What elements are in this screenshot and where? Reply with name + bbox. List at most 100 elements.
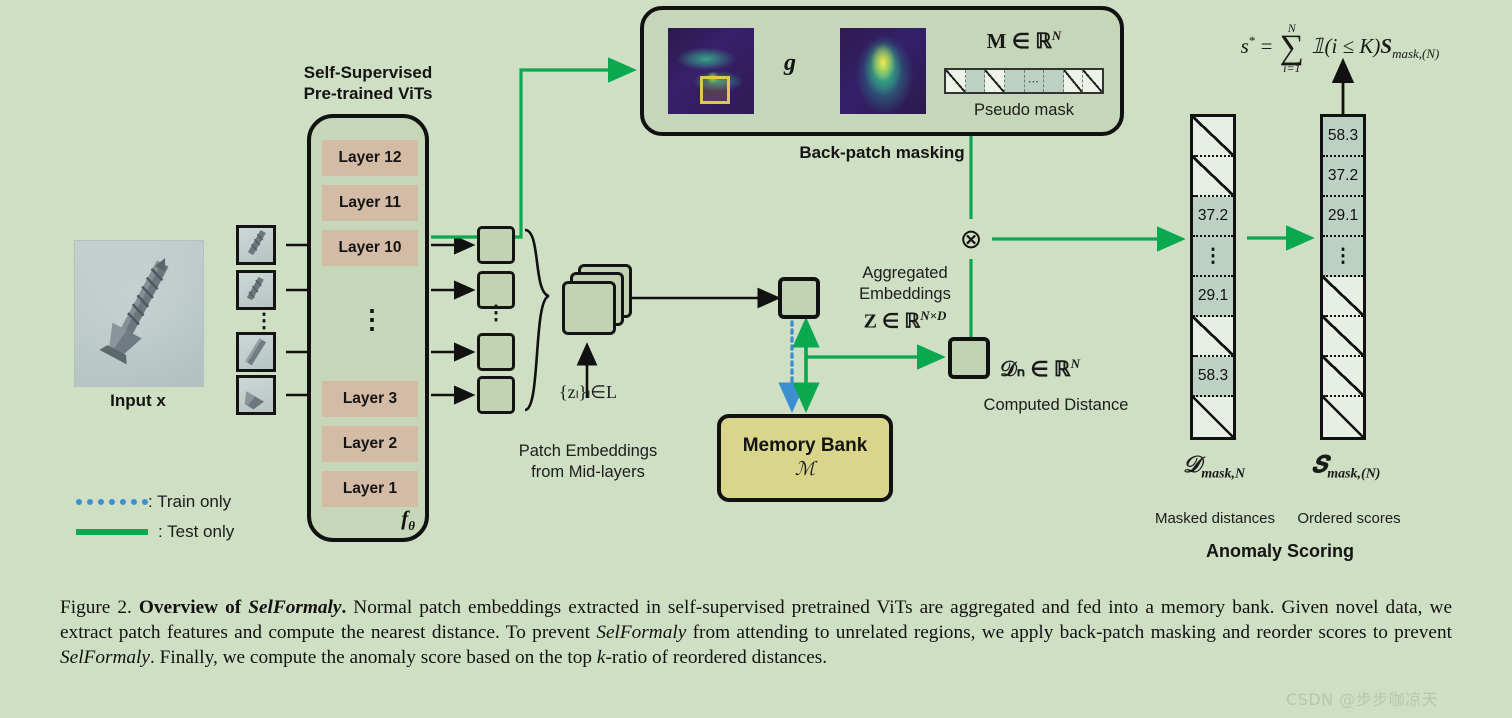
pseudo-mask-cell: [946, 70, 966, 92]
pseudo-mask-strip: ⋯: [944, 68, 1104, 94]
ordered-score-cell: [1323, 277, 1363, 317]
caption-figure-number: Figure 2.: [60, 597, 132, 618]
layer-chip-3[interactable]: Layer 3: [322, 381, 418, 417]
masked-distances-bar: 37.2 ⋮ 29.1 58.3: [1190, 114, 1236, 440]
elementwise-product-icon: ⊗: [952, 220, 990, 258]
encoder-title-line2: Pre-trained ViTs: [303, 84, 433, 104]
masked-distances-caption: Masked distances: [1154, 510, 1276, 527]
masked-distance-cell: 58.3: [1193, 357, 1233, 397]
masked-distance-cell: [1193, 117, 1233, 157]
ordered-score-cell: 29.1: [1323, 197, 1363, 237]
selected-patch-box: [700, 76, 730, 104]
patch-embedding-set-symbol-text: {zₗ}ₗ∈L: [559, 382, 617, 402]
mid-layer-embedding-4: [477, 376, 515, 414]
mid-layer-embedding-3: [477, 333, 515, 371]
aggregated-caption-line1: Aggregated: [862, 264, 948, 282]
legend-label-train: : Train only: [148, 492, 232, 511]
patch-embedding-caption-line1: Patch Embeddings: [518, 442, 658, 460]
pseudo-mask-math-superscript: N: [1051, 28, 1062, 43]
layer-ellipsis: ⋮: [359, 304, 385, 334]
anomaly-scoring-title: Anomaly Scoring: [1205, 541, 1355, 561]
masked-distance-cell: [1193, 397, 1233, 437]
patch-thumbnail-2: [236, 270, 276, 310]
ordered-scores-symbol: 𝑺mask,(N): [1280, 452, 1412, 483]
computed-distance-box: [948, 337, 990, 379]
memory-bank-title: Memory Bank: [742, 435, 868, 456]
solid-line-icon: [76, 529, 148, 535]
ordered-scores-symbol-main: 𝑺: [1311, 452, 1328, 477]
caption-title-italic: SelFormaly: [248, 597, 342, 618]
dotted-line-icon: [76, 499, 148, 505]
encoder-function-symbol: fθ: [401, 505, 415, 533]
patch-embedding-set-symbol: {zₗ}ₗ∈L: [540, 381, 636, 404]
layer-chip-2[interactable]: Layer 2: [322, 426, 418, 462]
formula-eq: =: [1260, 33, 1273, 58]
masked-distance-cell: 29.1: [1193, 277, 1233, 317]
pseudo-mask-math-text: M ∈ ℝ: [986, 29, 1052, 53]
pseudo-mask-cell: [965, 70, 986, 92]
masked-distance-cell: [1193, 317, 1233, 357]
patch-thumbnail-3: [236, 332, 276, 372]
transform-g-label: g: [784, 50, 796, 76]
formula-term-subscript: mask,(N): [1392, 45, 1440, 61]
aggregated-embeddings-math: Z ∈ ℝN×D: [835, 308, 975, 334]
masked-distances-symbol-sub: mask,N: [1201, 466, 1246, 482]
gaussian-heatmap-icon: [840, 28, 926, 114]
anomaly-score-formula: s* = N ∑ i=1 𝟙(i ≤ K)Smask,(N): [1180, 22, 1500, 74]
figure-caption: Figure 2. Overview of SelFormaly. Normal…: [60, 596, 1452, 671]
memory-bank-symbol: ℳ: [794, 459, 816, 480]
ordered-score-cell: 58.3: [1323, 117, 1363, 157]
formula-lhs: s: [1240, 33, 1249, 58]
memory-bank[interactable]: Memory Bank ℳ: [717, 414, 893, 502]
formula-sum-sign: ∑: [1279, 29, 1304, 66]
pseudo-mask-cell: [985, 70, 1005, 92]
layer-chip-10[interactable]: Layer 10: [322, 230, 418, 266]
aggregated-math-superscript: N×D: [920, 308, 947, 323]
mid-layer-embedding-ellipsis: ⋮: [486, 302, 506, 324]
aggregated-embeddings-box: [778, 277, 820, 319]
vit-encoder-stack[interactable]: Layer 12 Layer 11 Layer 10 ⋮ Layer 3 Lay…: [307, 114, 429, 542]
legend-label-test: : Test only: [158, 522, 235, 541]
computed-distance-math: 𝒟ₙ ∈ ℝN: [1000, 356, 1080, 382]
aggregated-math-text: Z ∈ ℝ: [863, 310, 921, 333]
computed-distance-caption: Computed Distance: [983, 396, 1129, 414]
patch-embedding-card-front: [562, 281, 616, 335]
caption-body-4: -ratio of reordered distances.: [605, 646, 828, 668]
pseudo-mask-math: M ∈ ℝN: [944, 28, 1104, 54]
ordered-score-cell-ellipsis: ⋮: [1323, 237, 1363, 277]
caption-body-3: . Finally, we compute the anomaly score …: [149, 646, 597, 668]
formula-term: S: [1380, 33, 1393, 58]
layer-chip-11[interactable]: Layer 11: [322, 185, 418, 221]
patch-thumbnail-4: [236, 375, 276, 415]
pseudo-mask-cell: [1044, 70, 1064, 92]
back-patch-masking-title: Back-patch masking: [799, 143, 965, 162]
computed-distance-math-text: 𝒟ₙ ∈ ℝ: [1000, 357, 1071, 381]
patch-thumbnail-ellipsis: ⋮: [254, 310, 274, 332]
csdn-watermark: CSDN @步步咖凉天: [1286, 690, 1439, 709]
input-image: [74, 240, 204, 387]
pseudo-mask-cell-ellipsis: ⋯: [1024, 70, 1045, 92]
pseudo-mask-cell: [1063, 70, 1084, 92]
feature-heatmap-icon: [668, 28, 754, 114]
pseudo-mask-cell: [1004, 70, 1025, 92]
layer-chip-1[interactable]: Layer 1: [322, 471, 418, 507]
masked-distance-cell-ellipsis: ⋮: [1193, 237, 1233, 277]
encoder-title: Self-Supervised Pre-trained ViTs: [278, 62, 458, 105]
aggregated-embeddings-caption: Aggregated Embeddings: [835, 263, 975, 304]
patch-thumbnail-1: [236, 225, 276, 265]
caption-em-1: SelFormaly: [596, 621, 687, 643]
patch-embedding-caption: Patch Embeddings from Mid-layers: [498, 441, 678, 482]
ordered-score-cell: 37.2: [1323, 157, 1363, 197]
back-patch-masking-panel: g M ∈ ℝN ⋯ Pseudo mask: [640, 6, 1124, 136]
masked-distances-symbol: 𝒟mask,N: [1148, 452, 1280, 483]
layer-chip-12[interactable]: Layer 12: [322, 140, 418, 176]
figure-canvas: Self-Supervised Pre-trained ViTs Layer 1…: [0, 0, 1512, 718]
mid-layer-embedding-1: [477, 226, 515, 264]
pseudo-mask-cell: [1083, 70, 1102, 92]
pseudo-mask-caption: Pseudo mask: [974, 101, 1074, 119]
caption-title: Overview of: [138, 597, 249, 618]
input-label: Input x: [110, 391, 166, 410]
ordered-score-cell: [1323, 317, 1363, 357]
masked-distance-cell: 37.2: [1193, 197, 1233, 237]
formula-sum-lower: i=1: [1283, 60, 1301, 75]
